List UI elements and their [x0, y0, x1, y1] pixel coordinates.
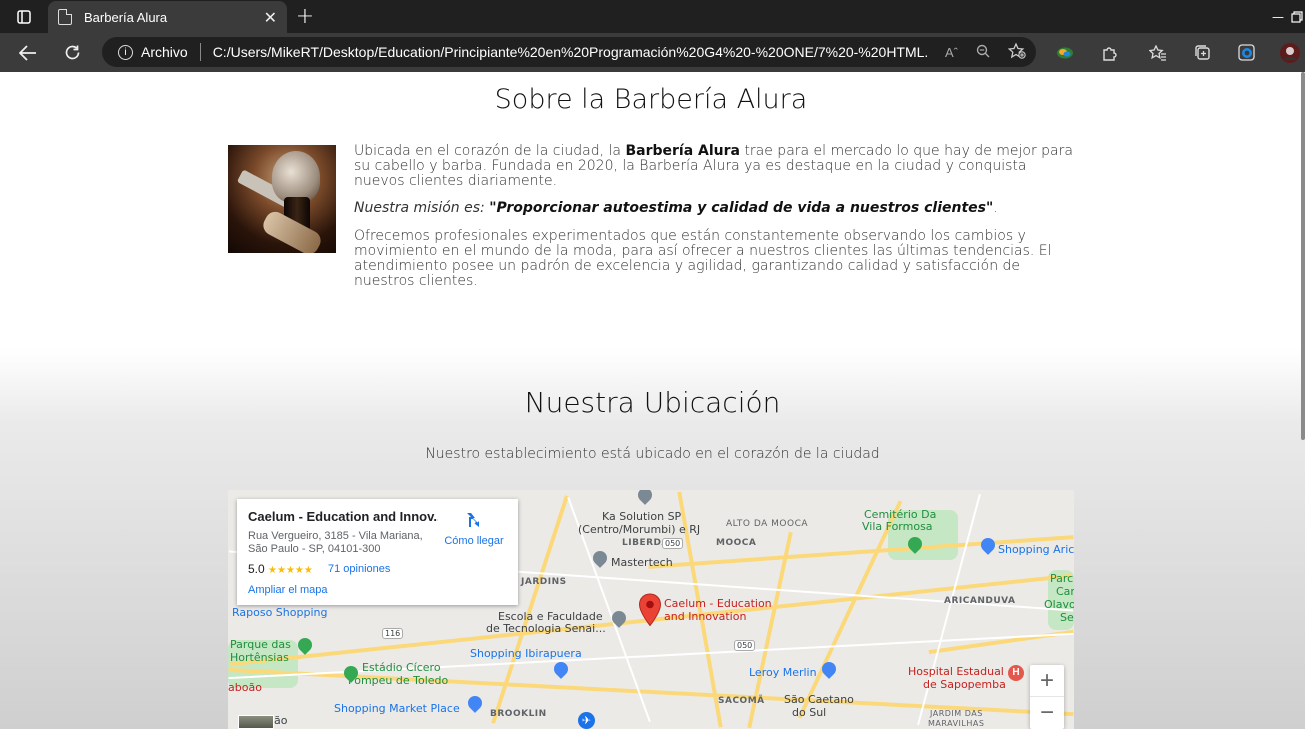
map-label: do Sul [792, 706, 827, 719]
road-shield: 050 [734, 640, 756, 651]
map-label: Se [1060, 611, 1074, 624]
read-aloud-icon[interactable]: Aˆ [945, 45, 958, 60]
location-marker-icon[interactable] [638, 593, 662, 627]
map-label: Shopping Aric [998, 543, 1074, 556]
place-address: Rua Vergueiro, 3185 - Vila Mariana, São … [248, 530, 423, 555]
page-content: Sobre la Barbería Alura Ubicada en el co… [0, 72, 1305, 729]
map-label: Shopping Ibirapuera [470, 647, 582, 660]
zoom-out-button[interactable]: − [1030, 697, 1064, 729]
map-label: Ka Solution SP [602, 510, 682, 523]
marker-label: Caelum - Education [664, 597, 772, 610]
collections-icon[interactable] [1047, 33, 1083, 72]
page-scrollbar[interactable] [1301, 72, 1305, 440]
restore-icon[interactable] [1290, 0, 1304, 33]
map-label: Shopping Market Place [334, 702, 460, 715]
map-label: ão [274, 714, 288, 727]
map-label: BROOKLIN [490, 709, 547, 719]
road-shield: 116 [382, 628, 404, 639]
back-icon[interactable] [10, 33, 46, 72]
browser-tab[interactable]: Barbería Alura ✕ [48, 1, 287, 33]
hospital-icon[interactable]: H [1008, 665, 1024, 681]
map-zoom-control: + − [1030, 665, 1064, 729]
map-label: de Sapopemba [923, 678, 1006, 691]
place-rating: 5.0 ★★★★★ [248, 562, 313, 576]
map-label: Parque das [230, 638, 291, 651]
barber-photo [228, 145, 336, 253]
map-label: MARAVILHAS [928, 719, 985, 728]
refresh-icon[interactable] [54, 33, 90, 72]
map-label: (Centro/Morumbi) e RJ [578, 523, 701, 536]
map-label: Pompeu de Toledo [348, 674, 449, 687]
map-label: aboão [228, 681, 262, 694]
location-section: Nuestra Ubicación Nuestro establecimient… [0, 348, 1305, 729]
place-title: Caelum - Education and Innov... [248, 509, 438, 524]
map-label: de Tecnologia Senai... [486, 622, 606, 635]
reviews-link[interactable]: 71 opiniones [328, 563, 390, 575]
tab-bar: Barbería Alura ✕ + — [0, 0, 1305, 33]
enlarge-map-link[interactable]: Ampliar el mapa [248, 584, 327, 596]
marker-label: and Innovation [664, 610, 747, 623]
minimize-icon[interactable]: — [1268, 0, 1288, 33]
map-label: ARICANDUVA [944, 596, 1016, 606]
map-label: São Caetano [784, 693, 854, 706]
map-label: Olavo [1044, 598, 1074, 611]
new-tab-button[interactable]: + [292, 0, 318, 33]
extensions-icon[interactable] [1091, 33, 1127, 72]
about-paragraph-1: Ubicada en el corazón de la ciudad, la B… [354, 143, 1073, 189]
zoom-icon[interactable] [976, 44, 990, 61]
favorite-add-icon[interactable] [1007, 41, 1026, 62]
nav-bar: i Archivo C:/Users/MikeRT/Desktop/Educat… [0, 33, 1305, 72]
map-label: Mastertech [611, 556, 673, 569]
map-pin-icon[interactable] [978, 535, 998, 555]
map-label: ALTO DA MOOCA [726, 519, 809, 529]
rating-value: 5.0 [248, 562, 265, 576]
road-shield: 050 [662, 538, 684, 549]
embedded-map[interactable]: Ka Solution SP (Centro/Morumbi) e RJ ALT… [228, 490, 1074, 729]
profile-icon[interactable] [1272, 33, 1305, 72]
address-divider [199, 43, 201, 61]
map-pin-icon[interactable] [635, 490, 655, 505]
map-label: Car [1056, 585, 1074, 598]
map-label: JARDIM DAS [930, 709, 983, 718]
airport-icon[interactable]: ✈ [578, 712, 595, 729]
rating-stars: ★★★★★ [268, 565, 313, 576]
directions-icon[interactable] [464, 511, 482, 529]
edge-icon[interactable] [1228, 33, 1264, 72]
place-info-card: Caelum - Education and Innov... Rua Verg… [237, 499, 518, 605]
tabs-icon[interactable] [1184, 33, 1220, 72]
about-title: Sobre la Barbería Alura [494, 84, 808, 115]
tab-title: Barbería Alura [84, 9, 168, 25]
about-paragraph-2: Nuestra misión es: "Proporcionar autoest… [354, 200, 998, 217]
brush-shape [272, 151, 320, 203]
map-label: Raposo Shopping [232, 606, 328, 619]
zoom-in-button[interactable]: + [1030, 665, 1064, 697]
url-text[interactable]: C:/Users/MikeRT/Desktop/Education/Princi… [213, 44, 927, 60]
map-label: Leroy Merlin [749, 666, 817, 679]
map-pin-icon[interactable] [295, 635, 315, 655]
directions-link[interactable]: Cómo llegar [442, 535, 506, 547]
address-label: Archivo [141, 44, 188, 60]
about-section: Sobre la Barbería Alura Ubicada en el co… [228, 72, 1074, 348]
map-label: MOOCA [716, 538, 757, 548]
map-label: Parc [1050, 572, 1074, 585]
map-road [797, 500, 903, 719]
location-title: Nuestra Ubicación [524, 386, 781, 419]
map-label: SACOMÃ [718, 696, 765, 706]
map-label: Hortênsias [230, 651, 289, 664]
map-label: JARDINS [521, 577, 567, 587]
map-label: Hospital Estadual [908, 665, 1004, 678]
map-label: Vila Formosa [862, 520, 933, 533]
address-bar[interactable]: i Archivo C:/Users/MikeRT/Desktop/Educat… [102, 37, 1036, 67]
map-pin-icon[interactable] [465, 693, 485, 713]
about-text: Ubicada en el corazón de la ciudad, la B… [228, 144, 1074, 301]
map-label: Estádio Cícero [362, 661, 441, 674]
page-icon [58, 9, 72, 25]
location-subtitle: Nuestro establecimiento está ubicado en … [425, 446, 880, 462]
sidebar-icon[interactable] [12, 0, 36, 33]
info-icon[interactable]: i [118, 44, 133, 60]
tab-close-button[interactable]: ✕ [264, 8, 277, 27]
about-paragraph-3: Ofrecemos profesionales experimentados q… [354, 228, 1052, 289]
favorites-icon[interactable] [1140, 33, 1176, 72]
street-view-thumbnail[interactable] [238, 715, 274, 729]
